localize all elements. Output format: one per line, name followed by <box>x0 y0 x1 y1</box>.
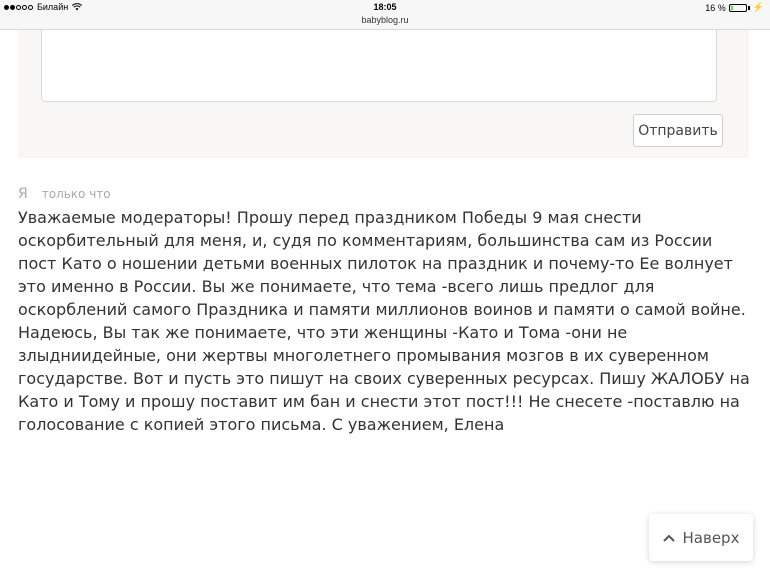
status-time: 18:05 <box>373 2 397 12</box>
comment-form: Отправить <box>18 30 749 158</box>
comment-text: Уважаемые модераторы! Прошу перед праздн… <box>18 208 750 434</box>
back-to-top-label: Наверх <box>682 528 740 547</box>
comment-author[interactable]: Я <box>18 186 28 202</box>
address-domain[interactable]: babyblog.ru <box>0 15 770 25</box>
charging-icon: ⚡ <box>752 2 764 12</box>
back-to-top-button[interactable]: Наверх <box>649 514 753 561</box>
comment-textarea[interactable] <box>41 30 717 102</box>
chevron-up-icon <box>662 534 675 542</box>
comment-meta: Я только что <box>18 186 111 202</box>
battery-percent: 16 % <box>705 2 726 13</box>
status-right: 16 % ⚡ <box>705 2 764 13</box>
battery-icon <box>728 3 747 12</box>
battery-tip <box>747 5 750 10</box>
status-bar: Билайн 18:05 babyblog.ru 16 % ⚡ <box>0 0 770 30</box>
send-button[interactable]: Отправить <box>633 114 723 147</box>
comment-time: только что <box>41 187 111 201</box>
